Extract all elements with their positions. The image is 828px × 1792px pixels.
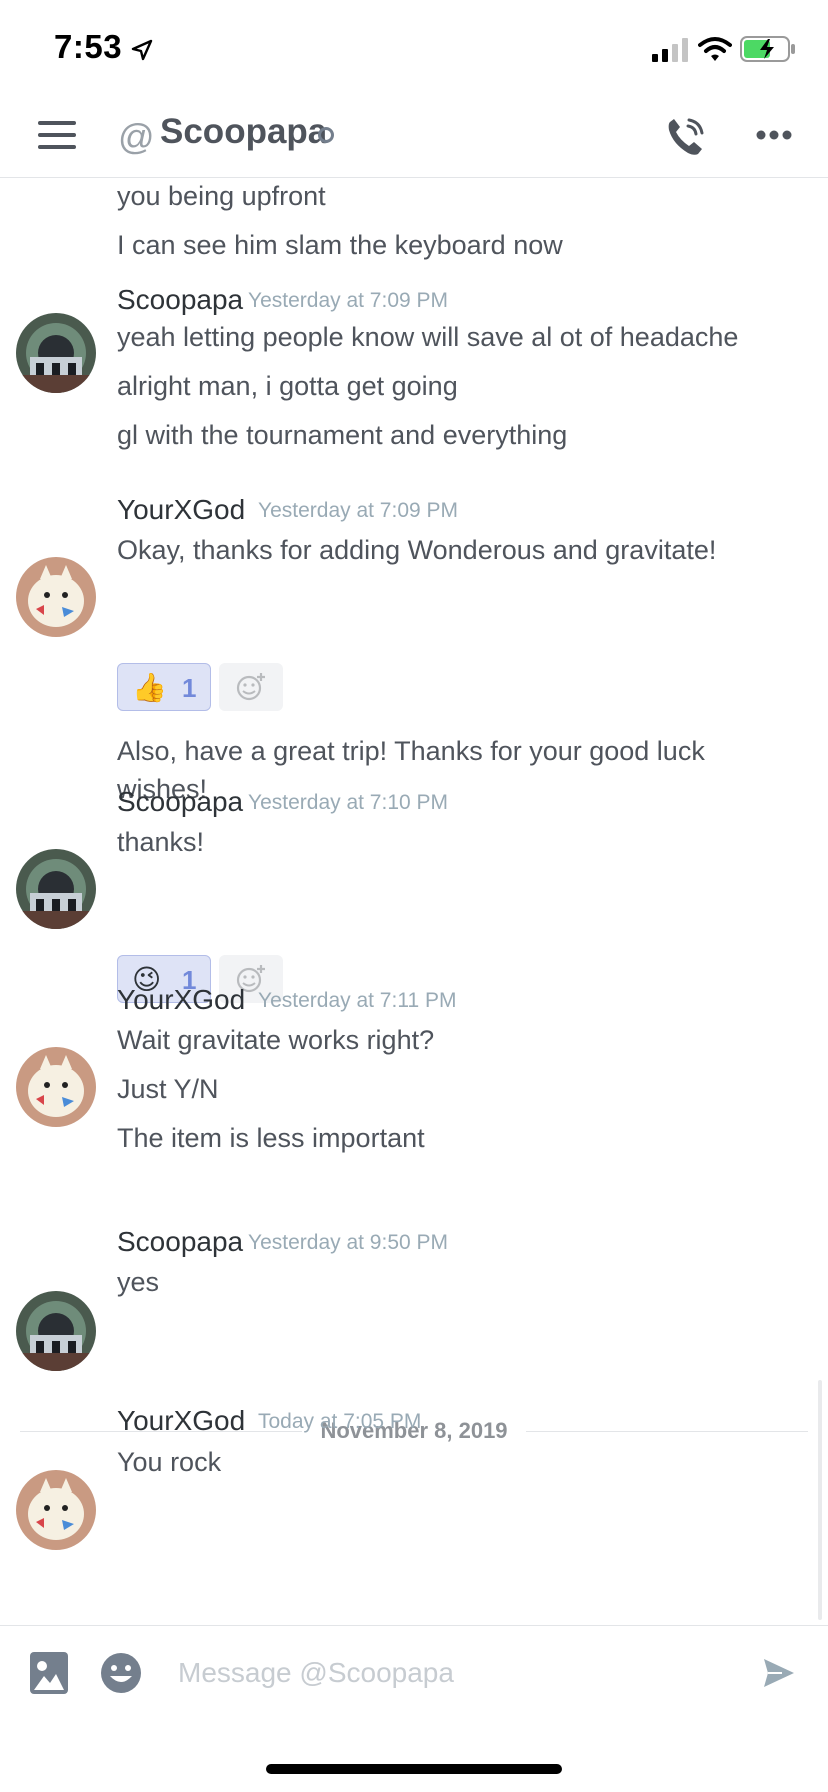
message-author[interactable]: YourXGod <box>117 1405 245 1437</box>
reaction-count: 1 <box>182 673 197 703</box>
message-timestamp: Yesterday at 7:11 PM <box>258 989 457 1012</box>
location-arrow-icon <box>131 39 153 61</box>
message-text: Just Y/N <box>117 1074 219 1104</box>
add-reaction-button[interactable] <box>219 663 283 711</box>
message-author[interactable]: Scoopapa <box>117 1226 243 1258</box>
channel-header: @ Scoopapa <box>0 100 828 178</box>
status-bar: 7:53 <box>0 0 828 100</box>
message-timestamp: Yesterday at 7:09 PM <box>248 289 449 312</box>
message-text: alright man, i gotta get going <box>117 371 458 401</box>
message-text: yeah letting people know will save al ot… <box>117 322 739 352</box>
battery-icon <box>740 36 795 62</box>
message-text: you being upfront <box>117 181 326 211</box>
home-indicator[interactable] <box>266 1764 562 1774</box>
message-text: The item is less important <box>117 1123 425 1153</box>
avatar-yourxgod[interactable] <box>16 557 96 637</box>
message-author[interactable]: Scoopapa <box>117 284 243 316</box>
scrollbar[interactable] <box>818 1380 822 1620</box>
thumbs-up-emoji: 👍 <box>132 672 167 703</box>
message-text: You rock <box>117 1447 222 1477</box>
avatar-scoopapa[interactable] <box>16 849 96 929</box>
add-reaction-icon <box>236 673 265 701</box>
message-text: yes <box>117 1267 160 1297</box>
message-text: I can see him slam the keyboard now <box>117 230 563 260</box>
message-text: Wait gravitate works right? <box>117 1025 435 1055</box>
message-text: Okay, thanks for adding Wonderous and gr… <box>117 535 717 565</box>
message-timestamp: Yesterday at 7:09 PM <box>258 499 459 522</box>
more-options-icon[interactable] <box>756 128 792 142</box>
channel-title[interactable]: Scoopapa <box>160 112 327 152</box>
avatar-scoopapa[interactable] <box>16 313 96 393</box>
voice-call-icon[interactable] <box>664 114 708 158</box>
status-time: 7:53 <box>54 28 123 65</box>
offline-status-icon <box>318 127 334 143</box>
avatar-yourxgod[interactable] <box>16 1047 96 1127</box>
message-input[interactable] <box>178 1650 728 1696</box>
send-icon[interactable] <box>762 1656 796 1690</box>
at-icon: @ <box>118 116 155 157</box>
message-timestamp: Yesterday at 7:10 PM <box>248 791 449 814</box>
message-timestamp: Today at 7:05 PM <box>258 1410 422 1433</box>
message-timestamp: Yesterday at 9:50 PM <box>248 1231 449 1254</box>
avatar-yourxgod[interactable] <box>16 1470 96 1550</box>
message-author[interactable]: YourXGod <box>117 984 245 1016</box>
message-author[interactable]: Scoopapa <box>117 786 243 818</box>
image-upload-icon[interactable] <box>28 1650 70 1696</box>
message-composer <box>0 1625 828 1725</box>
reaction-thumbs-up[interactable]: 👍 1 <box>117 663 211 711</box>
cellular-signal-icon <box>652 38 688 62</box>
message-text: thanks! <box>117 827 205 857</box>
message-list[interactable]: you being upfront I can see him slam the… <box>0 179 828 1625</box>
avatar-scoopapa[interactable] <box>16 1291 96 1371</box>
message-author[interactable]: YourXGod <box>117 494 245 526</box>
hamburger-menu-icon[interactable] <box>38 120 76 150</box>
message-text: gl with the tournament and everything <box>117 420 568 450</box>
wifi-icon <box>698 37 732 61</box>
emoji-picker-icon[interactable] <box>100 1652 142 1694</box>
